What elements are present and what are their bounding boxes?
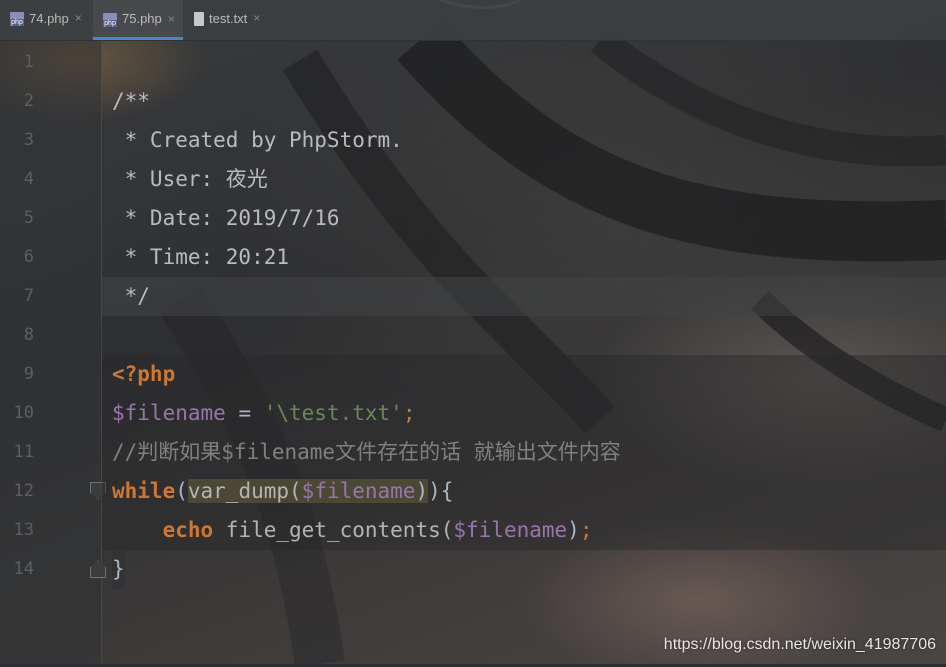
code-line-13: echo file_get_contents($filename); xyxy=(102,511,946,550)
close-icon[interactable]: × xyxy=(253,11,260,25)
keyword-token: while xyxy=(112,479,176,503)
code-line-10: $filename = '\test.txt'; xyxy=(102,394,946,433)
line-number: 13 xyxy=(13,520,34,540)
line-number: 10 xyxy=(13,403,34,423)
line-number: 2 xyxy=(23,91,34,111)
line-number-gutter[interactable]: 1 2 3 4 5 6 7 8 9 10 11 12 13 14 xyxy=(0,40,106,664)
string-token: '\test.txt' xyxy=(263,401,403,425)
keyword-token: echo xyxy=(162,518,214,542)
code-line-11: //判断如果$filename文件存在的话 就输出文件内容 xyxy=(102,433,946,472)
doc-comment-text: * User: 夜光 xyxy=(112,167,268,191)
doc-comment-text: */ xyxy=(112,284,150,308)
doc-comment-text: * Created by PhpStorm. xyxy=(112,128,403,152)
tab-test-txt[interactable]: test.txt × xyxy=(184,0,270,36)
editor-tab-bar: 74.php × 75.php × test.txt × xyxy=(0,0,946,41)
php-file-icon xyxy=(10,12,24,26)
line-number: 8 xyxy=(23,325,34,345)
tab-74-php[interactable]: 74.php × xyxy=(0,0,92,36)
close-icon[interactable]: × xyxy=(168,12,175,26)
operator-token: = xyxy=(225,401,264,425)
tab-label: 74.php xyxy=(29,10,69,26)
tab-75-php[interactable]: 75.php × xyxy=(93,0,183,40)
code-line-9: <?php xyxy=(102,355,946,394)
line-number: 9 xyxy=(23,364,34,384)
line-number: 12 xyxy=(13,481,34,501)
paren-token: ) xyxy=(415,479,429,503)
code-line-7-current: */ xyxy=(102,277,946,316)
line-number: 1 xyxy=(23,52,34,72)
php-file-icon xyxy=(103,12,117,27)
code-line-12: while(var_dump($filename)){ xyxy=(102,472,946,511)
code-line-6: * Time: 20:21 xyxy=(102,238,946,277)
code-editor[interactable]: /** * Created by PhpStorm. * User: 夜光 * … xyxy=(102,40,946,664)
function-token: file_get_contents( xyxy=(213,518,454,542)
variable-token: $filename xyxy=(453,518,568,542)
watermark-url: https://blog.csdn.net/weixin_41987706 xyxy=(663,636,936,653)
line-number: 5 xyxy=(23,208,34,228)
tab-label: 75.php xyxy=(122,11,162,26)
code-line-5: * Date: 2019/7/16 xyxy=(102,199,946,238)
line-number: 3 xyxy=(23,130,34,150)
doc-comment-text: /** xyxy=(112,89,150,113)
function-token: var_dump( xyxy=(187,479,302,503)
line-number: 14 xyxy=(13,559,34,579)
line-number: 6 xyxy=(23,247,34,267)
semicolon-token: ; xyxy=(579,518,593,542)
variable-token: $filename xyxy=(112,401,226,425)
paren-token: ) xyxy=(567,518,580,542)
php-open-tag: <?php xyxy=(112,362,176,386)
line-number: 7 xyxy=(23,286,34,306)
code-line-4: * User: 夜光 xyxy=(102,160,946,199)
variable-token: $filename xyxy=(301,479,416,503)
code-line-3: * Created by PhpStorm. xyxy=(102,121,946,160)
code-line-14: } xyxy=(102,550,946,589)
paren-token: ( xyxy=(175,479,188,503)
doc-comment-text: * Date: 2019/7/16 xyxy=(112,206,340,230)
line-number: 4 xyxy=(23,169,34,189)
tab-label: test.txt xyxy=(209,10,248,26)
semicolon-token: ; xyxy=(402,401,416,425)
doc-comment-text: * Time: 20:21 xyxy=(112,245,290,269)
line-comment: //判断如果$filename文件存在的话 就输出文件内容 xyxy=(112,440,621,464)
close-icon[interactable]: × xyxy=(75,11,82,25)
line-number: 11 xyxy=(13,442,34,462)
brace-token: ){ xyxy=(428,479,454,503)
brace-token: } xyxy=(112,550,125,589)
text-file-icon xyxy=(194,12,204,26)
code-line-2: /** xyxy=(102,82,946,121)
